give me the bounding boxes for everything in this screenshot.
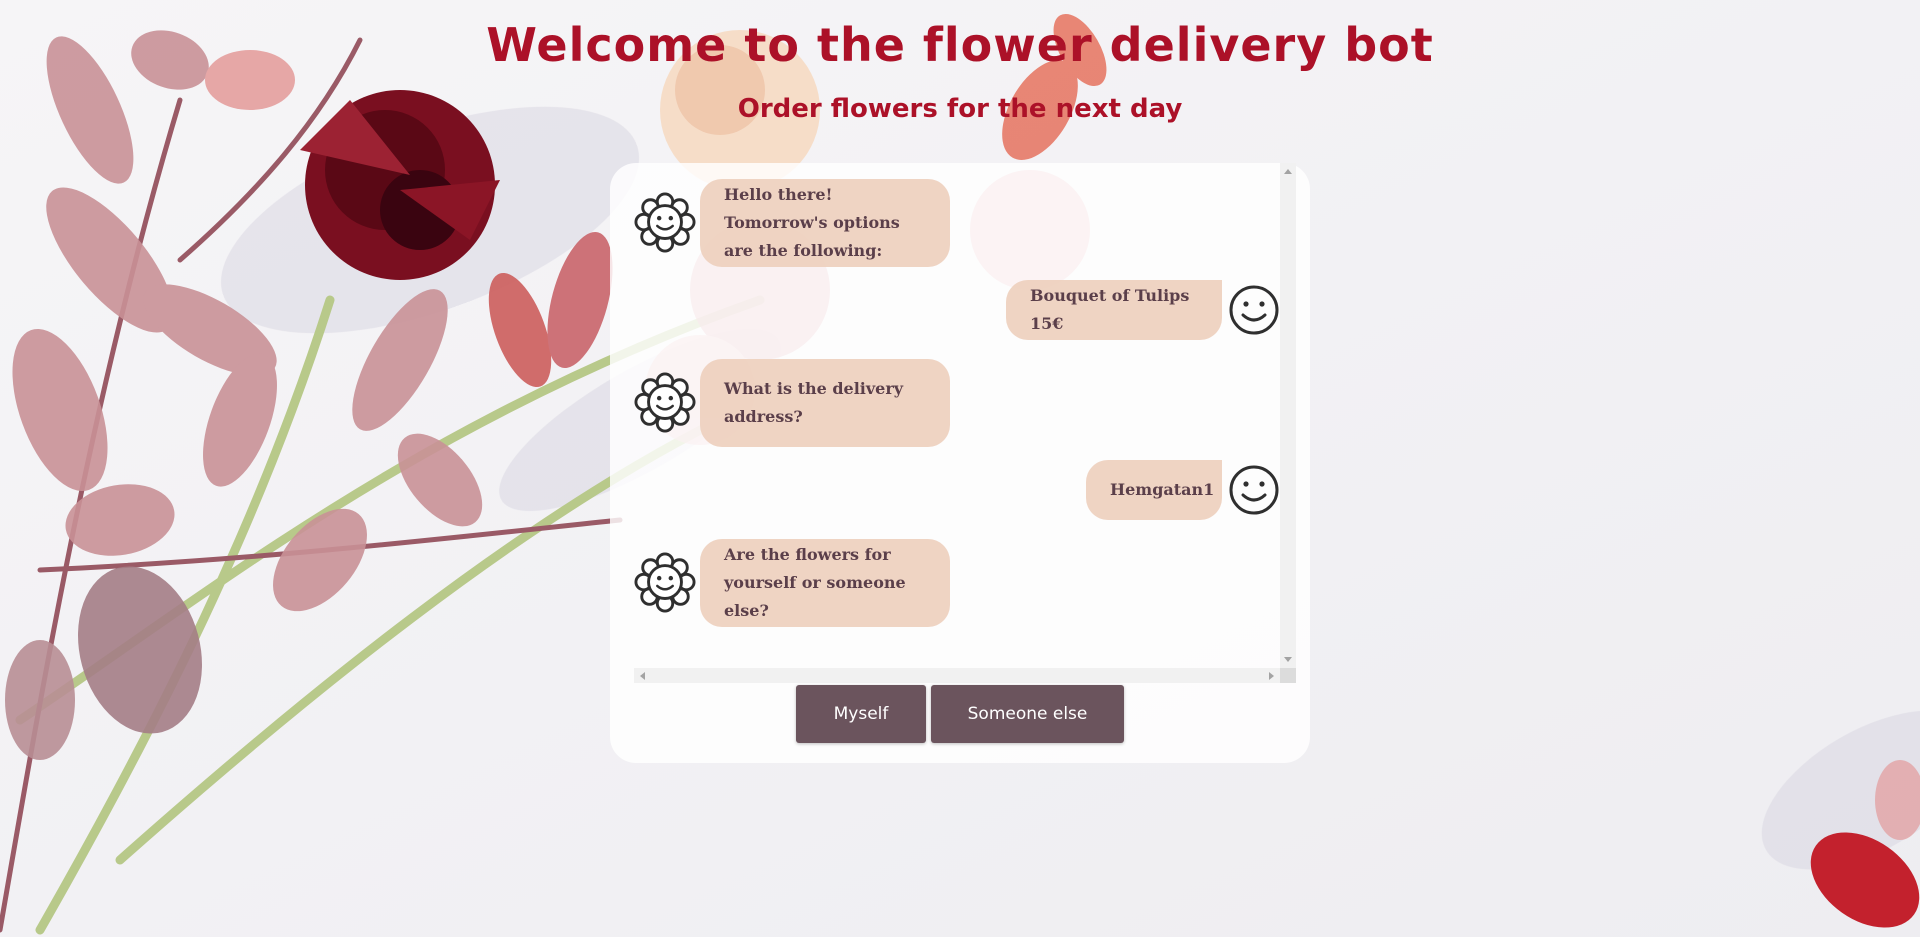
chat-history[interactable]: Hello there! Tomorrow's options are the …: [634, 163, 1296, 683]
scroll-right-icon[interactable]: [1269, 672, 1274, 680]
page-title: Welcome to the flower delivery bot: [486, 18, 1434, 72]
user-message: Bouquet of Tulips 15€: [1006, 280, 1280, 340]
horizontal-scrollbar[interactable]: [634, 668, 1280, 683]
bot-message: Hello there! Tomorrow's options are the …: [634, 179, 950, 267]
user-message: Hemgatan1: [1086, 460, 1280, 520]
message-bubble: Bouquet of Tulips 15€: [1006, 280, 1222, 340]
page-subtitle: Order flowers for the next day: [737, 94, 1183, 124]
someone-else-button[interactable]: Someone else: [931, 685, 1124, 743]
myself-button[interactable]: Myself: [796, 685, 926, 743]
message-bubble: What is the delivery address?: [700, 359, 950, 447]
flower-face-icon: [634, 372, 696, 433]
scroll-left-icon[interactable]: [640, 672, 645, 680]
vertical-scrollbar[interactable]: [1280, 163, 1296, 668]
flower-face-icon: [634, 552, 696, 613]
message-bubble: Hello there! Tomorrow's options are the …: [700, 179, 950, 267]
smiley-face-icon: [1229, 465, 1279, 515]
message-bubble: Are the flowers for yourself or someone …: [700, 539, 950, 627]
scroll-down-icon[interactable]: [1284, 657, 1292, 662]
scroll-up-icon[interactable]: [1284, 169, 1292, 174]
message-bubble: Hemgatan1: [1086, 460, 1222, 520]
scrollbar-corner: [1280, 668, 1296, 683]
quick-reply-row: Myself Someone else: [610, 685, 1310, 743]
bot-message: Are the flowers for yourself or someone …: [634, 539, 950, 627]
bot-message: What is the delivery address?: [634, 359, 950, 447]
flower-face-icon: [634, 192, 696, 253]
smiley-face-icon: [1229, 285, 1279, 335]
chat-card: Hello there! Tomorrow's options are the …: [610, 163, 1310, 763]
